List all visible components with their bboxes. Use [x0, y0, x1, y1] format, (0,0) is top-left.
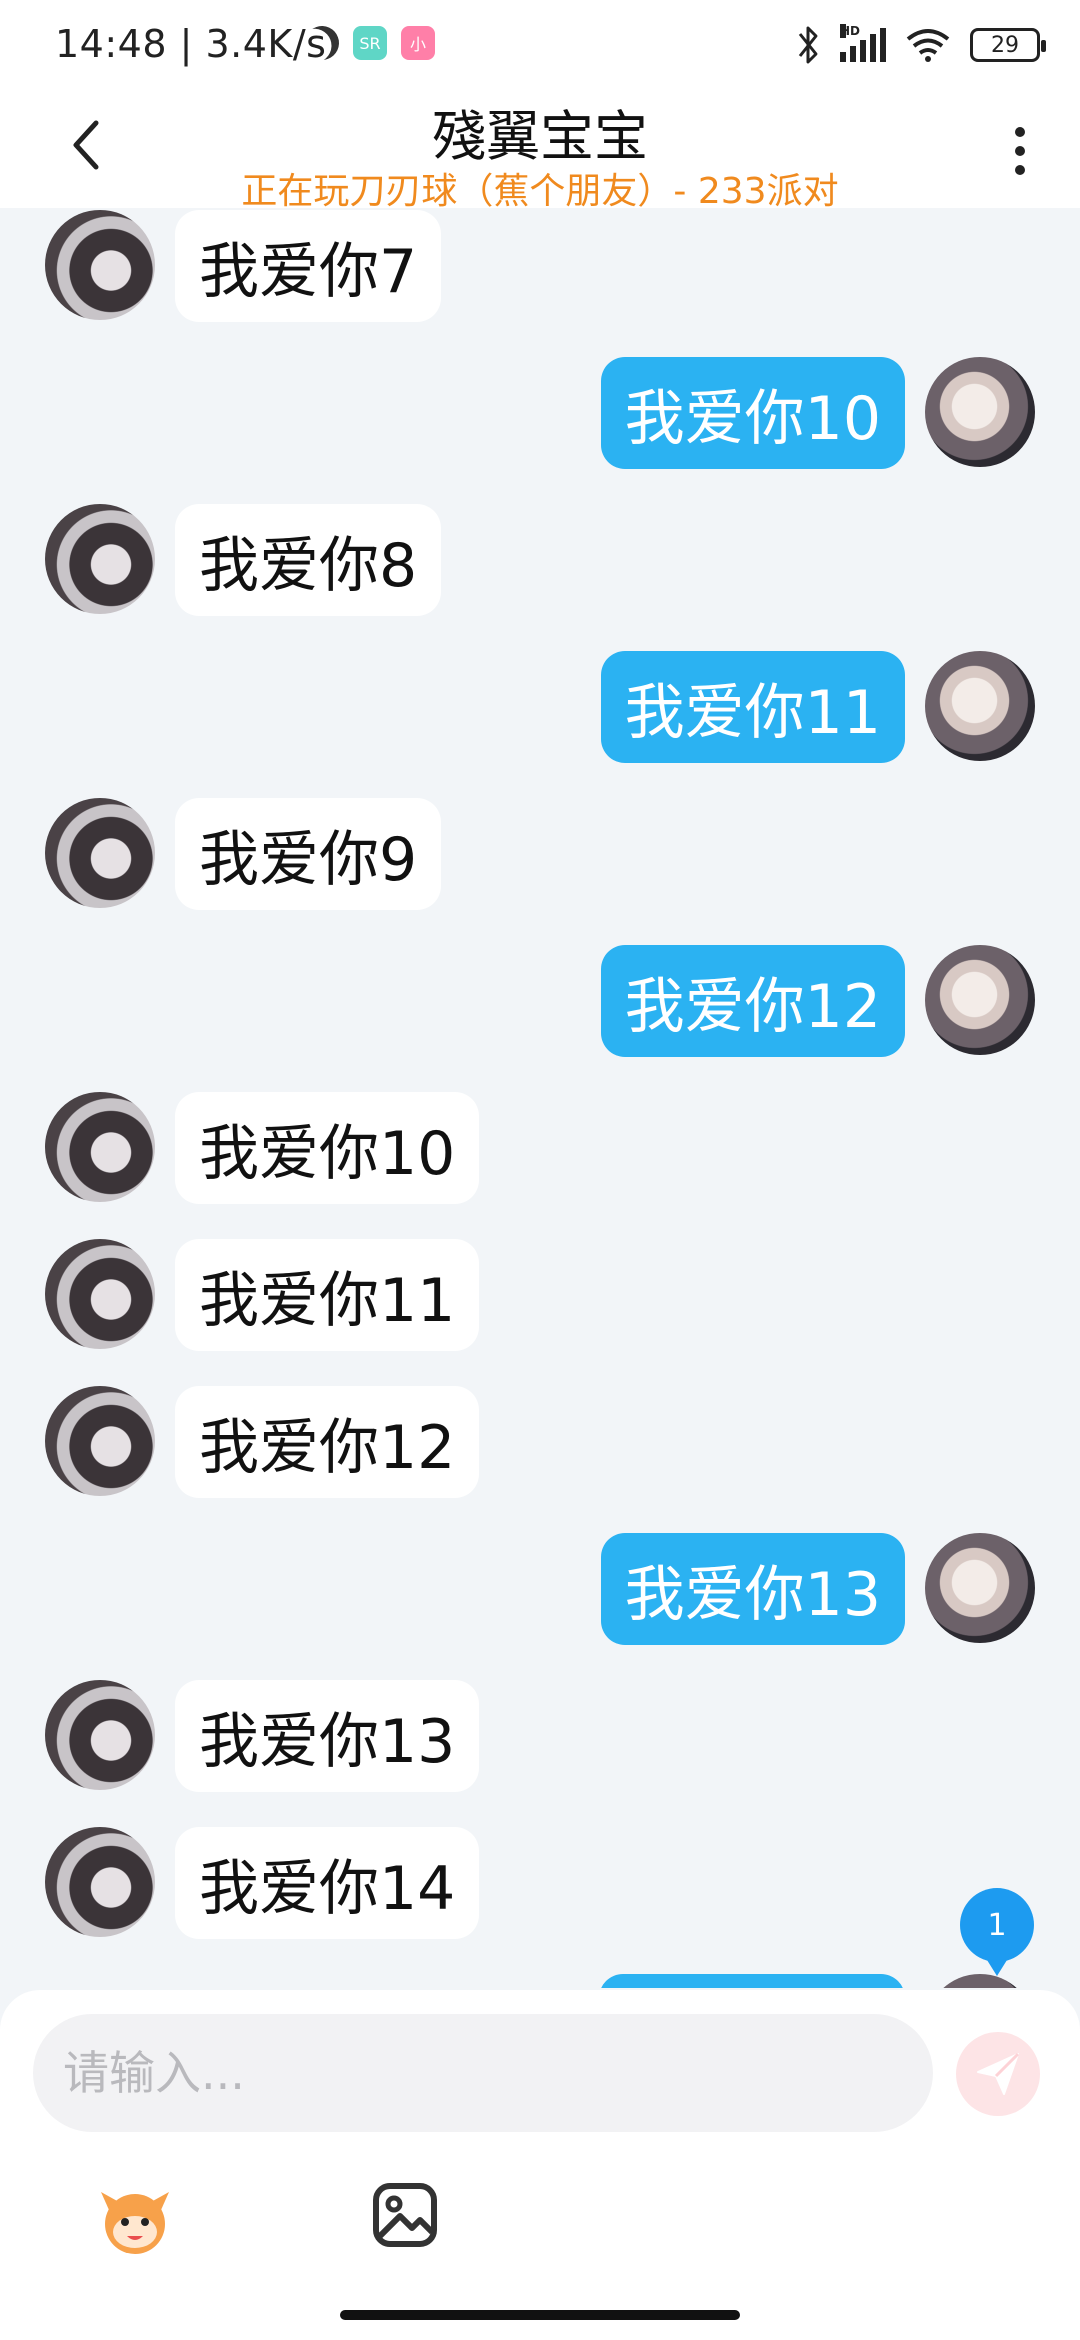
contact-avatar[interactable]	[45, 504, 155, 614]
message-list[interactable]: 我爱你7 我爱你10 我爱你8 我爱你11 我爱你9 我爱你12 我爱你10 我爱你11 我爱你…	[0, 208, 1080, 1988]
moon-icon	[300, 21, 344, 65]
message-row: 我爱你13	[0, 1533, 1080, 1653]
message-row: 我爱你14	[0, 1827, 1080, 1947]
incoming-message-bubble[interactable]: 我爱你13	[175, 1680, 480, 1792]
emoji-mascot-icon[interactable]	[95, 2180, 175, 2260]
composer-panel	[0, 1990, 1080, 2340]
contact-avatar[interactable]	[45, 1239, 155, 1349]
chat-title: 殘翼宝宝	[432, 105, 648, 168]
contact-avatar[interactable]	[45, 1386, 155, 1496]
message-row: 我爱你7	[0, 210, 1080, 330]
more-options-button[interactable]	[1000, 116, 1040, 186]
chat-header: 殘翼宝宝 正在玩刀刃球（蕉个朋友）- 233派对	[0, 92, 1080, 212]
message-input[interactable]	[33, 2014, 933, 2132]
outgoing-message-bubble[interactable]: 我爱你12	[600, 945, 905, 1057]
network-type-label: HD	[840, 24, 861, 38]
contact-avatar[interactable]	[45, 798, 155, 908]
my-avatar[interactable]	[925, 651, 1035, 761]
status-bar: 14:48 | 3.4K/s SR 小 HD 29	[0, 0, 1080, 92]
home-indicator[interactable]	[340, 2310, 740, 2320]
outgoing-message-bubble[interactable]: 我爱你11	[600, 651, 905, 763]
incoming-message-bubble[interactable]: 我爱你11	[175, 1239, 480, 1351]
message-row: 我爱你11	[0, 651, 1080, 771]
incoming-message-bubble[interactable]: 我爱你14	[175, 1827, 480, 1939]
incoming-message-bubble[interactable]: 我爱你7	[175, 210, 442, 322]
message-row: 我爱你8	[0, 504, 1080, 624]
presence-status[interactable]: 正在玩刀刃球（蕉个朋友）- 233派对	[0, 162, 1080, 214]
message-row: 我爱你9	[0, 798, 1080, 918]
outgoing-message-bubble[interactable]	[599, 1974, 905, 1988]
message-row: 我爱你11	[0, 1239, 1080, 1359]
contact-avatar[interactable]	[45, 1092, 155, 1202]
contact-avatar[interactable]	[45, 1680, 155, 1790]
status-right-icons: HD 29	[794, 24, 1046, 66]
app-notification-icon-2: 小	[401, 26, 435, 60]
send-button[interactable]	[956, 2032, 1040, 2116]
outgoing-message-bubble[interactable]: 我爱你10	[600, 357, 905, 469]
message-row: 我爱你12	[0, 1386, 1080, 1506]
wifi-icon	[906, 29, 950, 62]
bluetooth-icon	[798, 26, 818, 64]
outgoing-message-bubble[interactable]: 我爱你13	[600, 1533, 905, 1645]
contact-avatar[interactable]	[45, 1827, 155, 1937]
signal-icon: HD	[840, 24, 886, 62]
incoming-message-bubble[interactable]: 我爱你10	[175, 1092, 480, 1204]
message-row: 我爱你10	[0, 1092, 1080, 1212]
send-icon	[977, 2052, 1020, 2095]
my-avatar[interactable]	[925, 357, 1035, 467]
more-vertical-icon	[1015, 127, 1025, 137]
contact-avatar[interactable]	[45, 210, 155, 320]
message-row: 我爱你10	[0, 357, 1080, 477]
status-time: 14:48 | 3.4K/s	[55, 22, 327, 66]
my-avatar[interactable]	[925, 1974, 1035, 1988]
my-avatar[interactable]	[925, 1533, 1035, 1643]
my-avatar[interactable]	[925, 945, 1035, 1055]
status-left-icons: SR 小	[305, 26, 435, 60]
message-row: 我爱你12	[0, 945, 1080, 1065]
image-icon[interactable]	[370, 2180, 440, 2250]
message-row: 我爱你13	[0, 1680, 1080, 1800]
unread-count-badge[interactable]: 1	[960, 1888, 1034, 1976]
app-notification-icon: SR	[353, 26, 387, 60]
message-row	[0, 1974, 1080, 1988]
incoming-message-bubble[interactable]: 我爱你12	[175, 1386, 480, 1498]
incoming-message-bubble[interactable]: 我爱你9	[175, 798, 442, 910]
incoming-message-bubble[interactable]: 我爱你8	[175, 504, 442, 616]
battery-icon: 29	[970, 28, 1046, 62]
